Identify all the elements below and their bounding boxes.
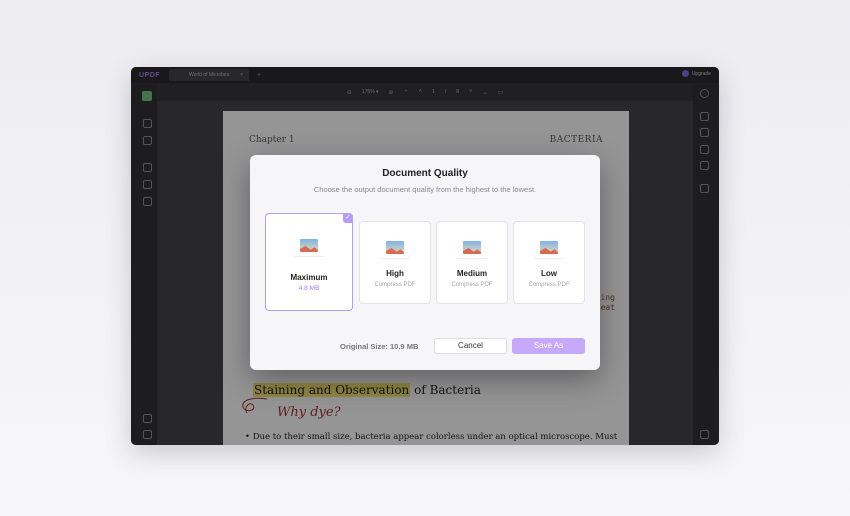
quality-option-high[interactable]: High Compress PDF	[359, 221, 431, 304]
original-size-label: Original Size: 10.9 MB	[340, 342, 419, 351]
option-desc: Compress PDF	[451, 282, 493, 288]
quality-option-medium[interactable]: Medium Compress PDF	[436, 221, 508, 304]
cancel-button[interactable]: Cancel	[434, 338, 507, 354]
document-quality-dialog: Document Quality Choose the output docum…	[250, 155, 600, 370]
option-name: Low	[541, 269, 557, 278]
image-icon	[540, 241, 558, 254]
checkmark-icon: ✓	[343, 213, 353, 223]
option-name: Medium	[456, 269, 488, 278]
quality-option-maximum[interactable]: ✓ Maximum 4.8 MB	[265, 213, 353, 311]
image-icon	[463, 241, 481, 254]
option-name: Maximum	[290, 273, 328, 282]
option-size: 4.8 MB	[298, 285, 320, 292]
image-icon	[300, 239, 318, 252]
quality-option-low[interactable]: Low Compress PDF	[513, 221, 585, 304]
option-desc: Compress PDF	[528, 282, 570, 288]
image-icon	[386, 241, 404, 254]
save-as-button[interactable]: Save As	[512, 338, 585, 354]
option-name: High	[386, 269, 404, 278]
dialog-title: Document Quality	[382, 168, 468, 179]
option-desc: Compress PDF	[374, 282, 416, 288]
dialog-subtitle: Choose the output document quality from …	[313, 185, 537, 194]
